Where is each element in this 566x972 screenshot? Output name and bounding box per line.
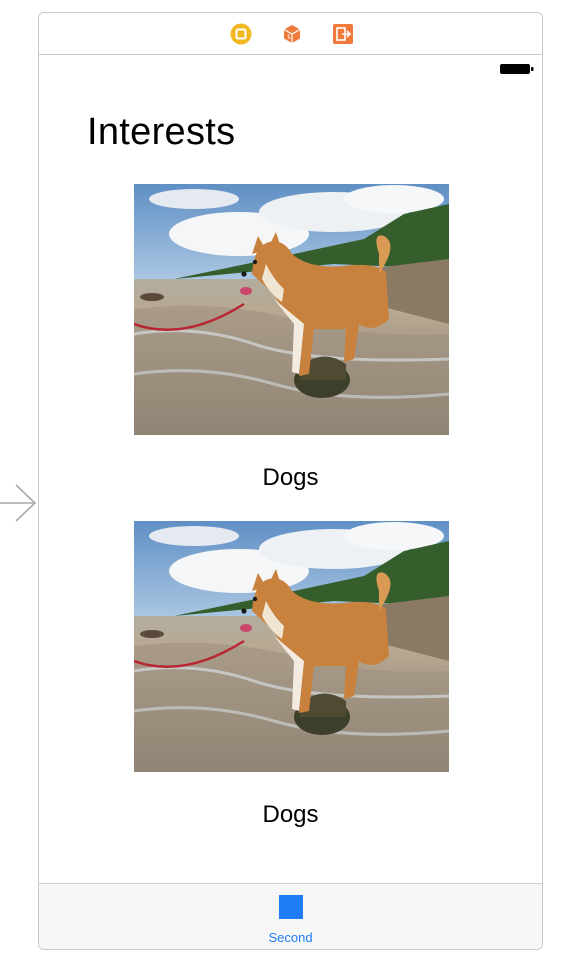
page-title: Interests	[87, 111, 236, 153]
initial-view-controller-arrow-icon[interactable]	[0, 481, 38, 525]
tab-bar: Second	[39, 883, 542, 949]
card-caption: Dogs	[262, 801, 319, 828]
dog-photo	[134, 521, 449, 772]
storyboard-canvas: 1 Interests Dogs Dogs Second	[0, 0, 566, 972]
square-tab-icon	[278, 895, 303, 919]
tab-label: Second	[268, 930, 313, 945]
card-caption: Dogs	[262, 464, 319, 491]
first-responder-icon[interactable]: 1	[281, 23, 303, 45]
view-controller-scene[interactable]: 1 Interests Dogs Dogs Second	[38, 12, 543, 950]
svg-text:1: 1	[287, 34, 290, 40]
scene-dock: 1	[39, 13, 542, 55]
status-bar	[39, 55, 542, 81]
view-controller-icon[interactable]	[230, 23, 252, 45]
tab-second[interactable]: Second	[246, 884, 336, 949]
battery-icon	[500, 64, 534, 74]
dog-photo	[134, 184, 449, 435]
exit-icon[interactable]	[332, 23, 354, 45]
